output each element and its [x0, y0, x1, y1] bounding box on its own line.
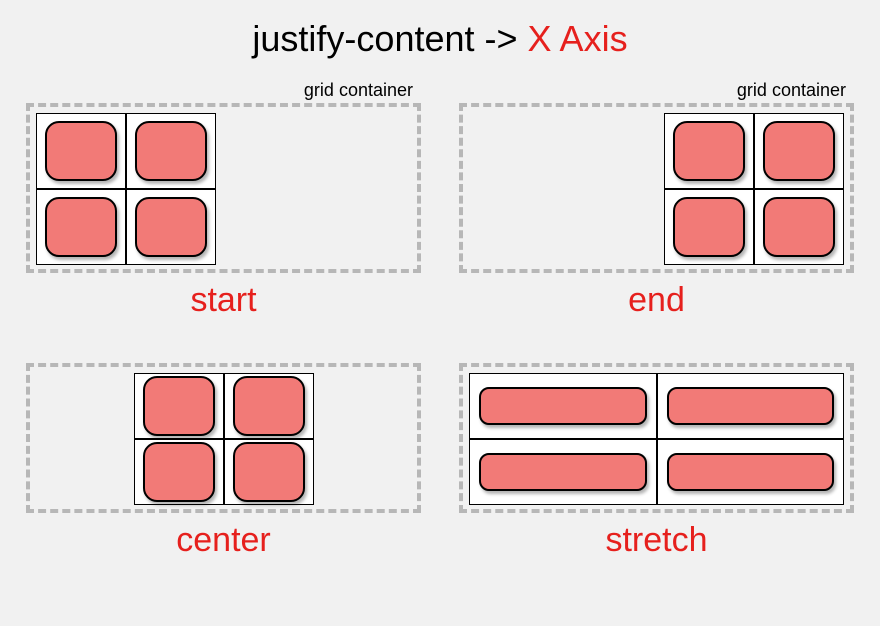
grid-container-label [459, 340, 854, 363]
grid-item [667, 453, 835, 491]
title-property: justify-content [252, 18, 474, 59]
grid-cell [224, 439, 314, 505]
grid-item [45, 197, 117, 257]
grid-cell [754, 189, 844, 265]
example-center: center [26, 340, 421, 560]
grid-cell [134, 373, 224, 439]
grid-container [26, 363, 421, 513]
grid-cell [134, 439, 224, 505]
inner-grid [469, 373, 844, 505]
grid-item [667, 387, 835, 425]
grid-cell [657, 439, 845, 505]
grid-item [673, 121, 745, 181]
grid-item [143, 442, 215, 502]
grid-item [763, 197, 835, 257]
grid-cell [126, 113, 216, 189]
grid-cell [224, 373, 314, 439]
page-title: justify-content -> X Axis [0, 0, 880, 80]
grid-cell [664, 189, 754, 265]
value-label: end [459, 273, 854, 320]
grid-container-label: grid container [459, 80, 854, 103]
grid-container [459, 363, 854, 513]
grid-cell [754, 113, 844, 189]
grid-cell [664, 113, 754, 189]
value-label: center [26, 513, 421, 560]
grid-container [26, 103, 421, 273]
grid-cell [469, 439, 657, 505]
value-label: start [26, 273, 421, 320]
grid-container [459, 103, 854, 273]
grid-cell [36, 113, 126, 189]
example-end: grid container end [459, 80, 854, 320]
grid-item [45, 121, 117, 181]
grid-item [233, 376, 305, 436]
value-label: stretch [459, 513, 854, 560]
title-arrow: -> [475, 18, 528, 59]
grid-item [479, 387, 647, 425]
inner-grid [664, 113, 844, 265]
inner-grid [134, 373, 314, 505]
grid-item [143, 376, 215, 436]
examples-grid: grid container start grid container end [0, 80, 880, 560]
grid-item [135, 121, 207, 181]
example-start: grid container start [26, 80, 421, 320]
grid-item [763, 121, 835, 181]
grid-item [479, 453, 647, 491]
grid-item [135, 197, 207, 257]
grid-cell [126, 189, 216, 265]
grid-cell [469, 373, 657, 439]
example-stretch: stretch [459, 340, 854, 560]
grid-cell [36, 189, 126, 265]
grid-container-label [26, 340, 421, 363]
grid-cell [657, 373, 845, 439]
grid-container-label: grid container [26, 80, 421, 103]
grid-item [233, 442, 305, 502]
inner-grid [36, 113, 216, 265]
grid-item [673, 197, 745, 257]
title-axis: X Axis [528, 18, 628, 59]
